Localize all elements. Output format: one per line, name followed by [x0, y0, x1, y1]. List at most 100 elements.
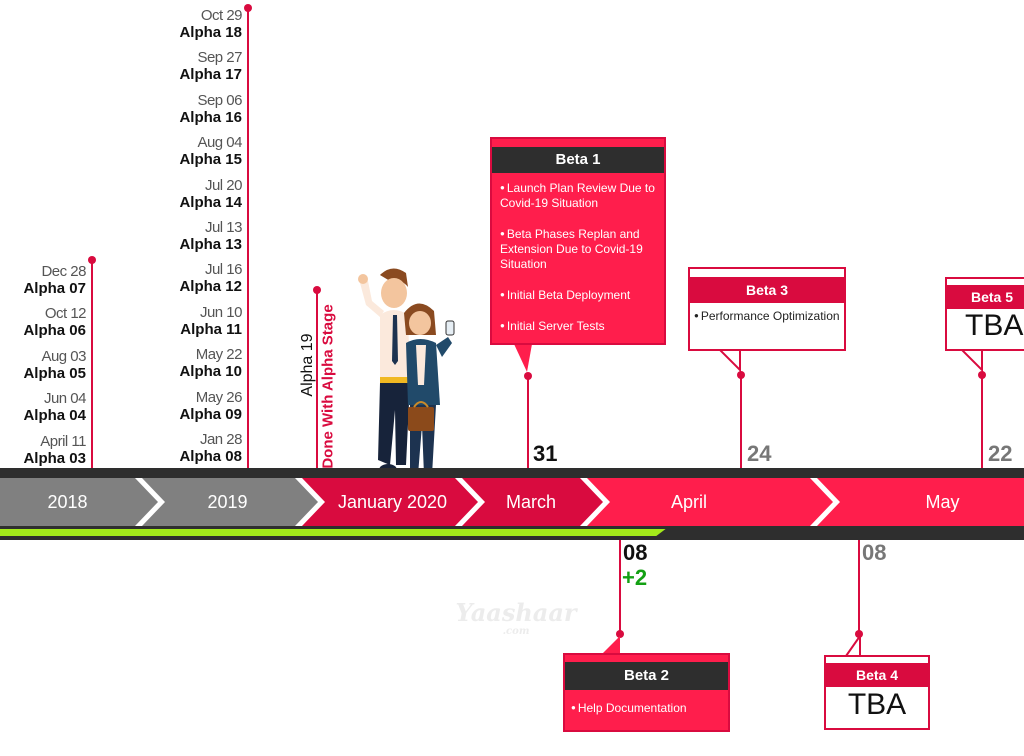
beta1-item: Initial Beta Deployment — [500, 287, 656, 303]
segment-may[interactable]: May — [835, 478, 1024, 526]
alpha-item: Dec 28 Alpha 07 — [23, 264, 86, 296]
alpha-date: May 22 — [195, 346, 243, 363]
segment-march[interactable]: March — [480, 478, 582, 526]
alpha-date: May 26 — [195, 389, 243, 406]
beta1-item: Initial Server Tests — [500, 318, 656, 334]
alpha-date: Aug 03 — [41, 348, 86, 365]
alpha-date: April 11 — [40, 433, 86, 450]
alpha-date: Oct 12 — [44, 305, 87, 322]
alpha-date: Sep 06 — [197, 92, 242, 109]
beta2-callout: Beta 2 Help Documentation — [563, 653, 730, 732]
alpha-name: Alpha 11 — [180, 321, 242, 338]
segment-label: January 2020 — [337, 491, 448, 512]
segment-2018[interactable]: 2018 — [0, 478, 135, 526]
beta3-title: Beta 3 — [690, 277, 844, 303]
alpha-date: Jun 04 — [43, 390, 87, 407]
beta1-pointer — [514, 344, 532, 372]
man-figure — [358, 268, 411, 480]
segment-label: 2018 — [47, 491, 88, 512]
beta2-item: Help Documentation — [571, 700, 722, 716]
beta4-stem — [858, 540, 860, 634]
alpha-item: Jun 10 Alpha 11 — [180, 305, 242, 337]
timeline-segments: 2018 2019 January 2020 March April May — [0, 478, 1024, 526]
alpha-name: Alpha 03 — [23, 450, 86, 467]
beta3-item: Performance Optimization — [694, 308, 840, 324]
alpha-19-name: Alpha 19 — [299, 333, 316, 397]
alpha-name: Alpha 10 — [179, 363, 242, 380]
alpha-item: Aug 03 Alpha 05 — [23, 349, 86, 381]
alpha-item: Sep 06 Alpha 16 — [179, 93, 242, 125]
alpha-name: Alpha 04 — [23, 407, 86, 424]
alpha-name: Alpha 14 — [179, 194, 242, 211]
beta1-day: 31 — [533, 441, 558, 466]
alpha-item: April 11 Alpha 03 — [23, 434, 86, 466]
beta3-stem — [740, 376, 742, 468]
alpha-item: Jan 28 Alpha 08 — [179, 432, 242, 464]
watermark-text: Yaashaar — [455, 598, 577, 627]
beta2-stem — [619, 540, 621, 634]
beta3-pointer — [716, 348, 741, 373]
alpha-name: Alpha 18 — [179, 24, 242, 41]
alpha-item: Sep 27 Alpha 17 — [179, 50, 242, 82]
beta1-stem — [527, 376, 529, 468]
beta4-title: Beta 4 — [826, 663, 928, 687]
alpha-name: Alpha 06 — [23, 322, 86, 339]
alpha-name: Alpha 07 — [23, 280, 86, 297]
beta1-item: Beta Phases Replan and Extension Due to … — [500, 226, 656, 272]
alpha-name: Alpha 08 — [179, 448, 242, 465]
alpha-name: Alpha 15 — [179, 151, 242, 168]
alpha-date: Sep 27 — [197, 49, 242, 66]
alpha-date: Jan 28 — [199, 431, 243, 448]
alpha-19-note-text: Done With Alpha Stage — [319, 304, 337, 469]
alpha-date: Aug 04 — [197, 134, 242, 151]
alpha-name: Alpha 17 — [179, 66, 242, 83]
beta1-callout: Beta 1 Launch Plan Review Due to Covid-1… — [490, 137, 666, 345]
beta5-callout: Beta 5 TBA — [945, 277, 1024, 351]
alpha-date: Jul 16 — [204, 261, 243, 278]
timeline-top-band — [0, 468, 1024, 478]
beta4-day: 08 — [862, 540, 887, 565]
alpha-item: Jul 16 Alpha 12 — [179, 262, 242, 294]
alpha-item: Oct 29 Alpha 18 — [179, 8, 242, 40]
alpha-2018-stem — [91, 260, 93, 468]
alpha-date: Jul 13 — [204, 219, 243, 236]
beta2-day: 08 — [623, 540, 648, 565]
beta2-title: Beta 2 — [565, 662, 728, 690]
alpha-name: Alpha 05 — [23, 365, 86, 382]
watermark: Yaashaar .com — [436, 598, 596, 638]
segment-label: 2019 — [207, 491, 248, 512]
business-people-illustration — [358, 268, 455, 485]
alpha-19-dot — [313, 286, 321, 294]
alpha-name: Alpha 09 — [179, 406, 242, 423]
beta3-callout: Beta 3 Performance Optimization — [688, 267, 846, 351]
segment-2019[interactable]: 2019 — [160, 478, 295, 526]
alpha-name: Alpha 16 — [179, 109, 242, 126]
alpha-item: Aug 04 Alpha 15 — [179, 135, 242, 167]
alpha-item: May 26 Alpha 09 — [179, 390, 242, 422]
segment-january-2020[interactable]: January 2020 — [320, 478, 465, 526]
alpha-name: Alpha 13 — [179, 236, 242, 253]
watermark-sub: .com — [502, 626, 530, 637]
segment-april[interactable]: April — [605, 478, 773, 526]
alpha-19-note: Done With Alpha Stage — [318, 304, 338, 468]
alpha-item: Jul 13 Alpha 13 — [179, 220, 242, 252]
beta5-body: TBA — [965, 309, 1024, 342]
segment-label: May — [925, 491, 960, 512]
alpha-item: May 22 Alpha 10 — [179, 347, 242, 379]
alpha-item: Oct 12 Alpha 06 — [23, 306, 86, 338]
alpha-19-label: Alpha 19 — [296, 333, 316, 396]
beta3-items: Performance Optimization — [690, 303, 844, 324]
alpha-2018-dot — [88, 256, 96, 264]
beta4-body: TBA — [847, 688, 907, 721]
alpha-2019-stem — [247, 8, 249, 468]
woman-figure — [404, 303, 455, 485]
beta1-items: Launch Plan Review Due to Covid-19 Situa… — [492, 173, 664, 334]
beta5-day: 22 — [988, 441, 1013, 466]
beta1-item: Launch Plan Review Due to Covid-19 Situa… — [500, 180, 656, 211]
alpha-2019-dot — [244, 4, 252, 12]
alpha-item: Jul 20 Alpha 14 — [179, 178, 242, 210]
beta3-day: 24 — [747, 441, 772, 466]
alpha-date: Oct 29 — [200, 7, 243, 24]
progress-bar — [0, 529, 666, 536]
alpha-item: Jun 04 Alpha 04 — [23, 391, 86, 423]
